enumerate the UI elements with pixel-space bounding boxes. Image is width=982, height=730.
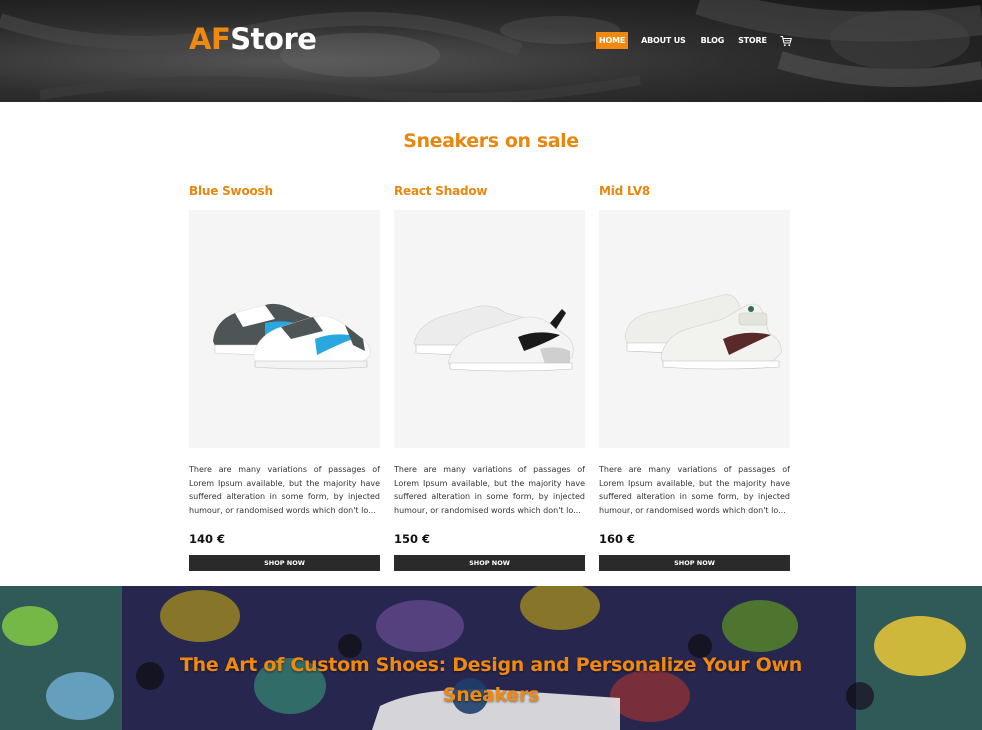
product-description: There are many variations of passages of… (599, 465, 790, 515)
shop-now-button[interactable]: SHOP NOW (599, 555, 790, 571)
product-price: 140 € (189, 532, 226, 546)
nav-blog[interactable]: BLOG (701, 32, 725, 49)
product-description: There are many variations of passages of… (189, 465, 380, 515)
sneaker-react-shadow-image (413, 305, 574, 372)
logo-part-store: Store (230, 22, 317, 56)
product-card: React Shadow There are many variations o… (394, 183, 585, 571)
banner-title[interactable]: The Art of Custom Shoes: Design and Pers… (160, 650, 822, 710)
blog-banner: The Art of Custom Shoes: Design and Pers… (0, 586, 982, 730)
product-description: There are many variations of passages of… (394, 465, 585, 515)
product-name[interactable]: React Shadow (394, 183, 585, 199)
shop-now-button[interactable]: SHOP NOW (394, 555, 585, 571)
site-logo[interactable]: AFStore (189, 22, 317, 56)
product-name[interactable]: Mid LV8 (599, 183, 790, 199)
sneaker-mid-lv8-image (624, 294, 782, 370)
nav-home[interactable]: HOME (596, 32, 629, 49)
logo-part-af: AF (189, 22, 231, 56)
shop-now-button[interactable]: SHOP NOW (189, 555, 380, 571)
cart-icon[interactable] (780, 35, 792, 47)
nav-about-us[interactable]: ABOUT US (641, 32, 686, 49)
product-price: 160 € (599, 532, 636, 546)
sneaker-blue-swoosh-image (212, 303, 370, 370)
site-header: AFStore HOME ABOUT US BLOG STORE (0, 0, 982, 102)
main-nav: HOME ABOUT US BLOG STORE (596, 32, 792, 49)
product-card: Blue Swoosh There are many variations of… (189, 183, 380, 571)
product-card: Mid LV8 There are many variations of pas… (599, 183, 790, 571)
product-name[interactable]: Blue Swoosh (189, 183, 380, 199)
product-image[interactable] (189, 210, 380, 448)
product-image[interactable] (394, 210, 585, 448)
header-background-image (0, 0, 982, 102)
section-title: Sneakers on sale (403, 130, 579, 152)
product-price: 150 € (394, 532, 431, 546)
product-image[interactable] (599, 210, 790, 448)
nav-store[interactable]: STORE (738, 32, 767, 49)
